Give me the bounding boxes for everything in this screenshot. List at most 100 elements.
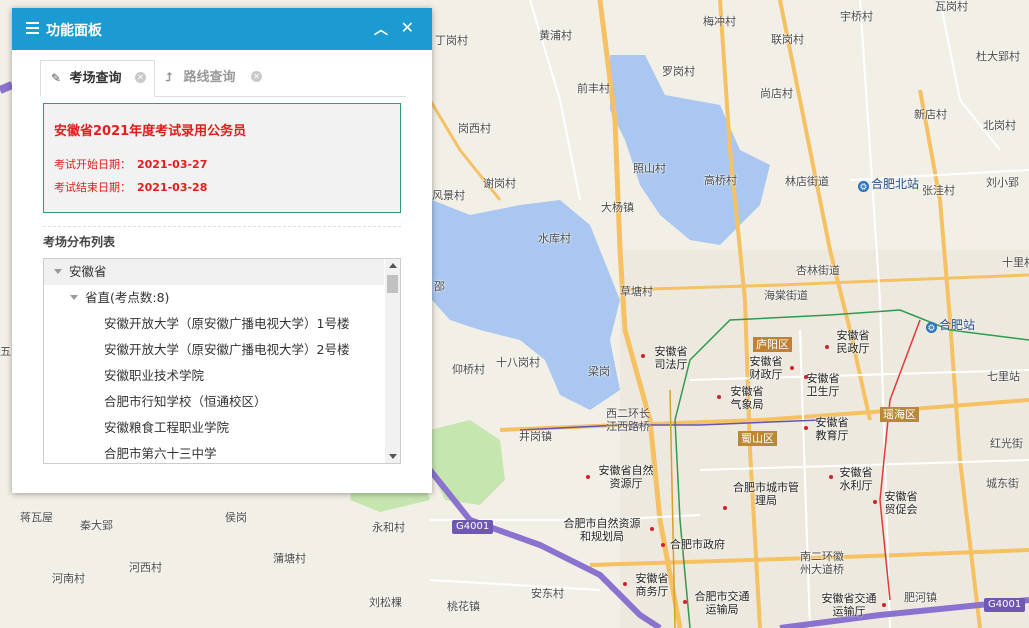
tab-close-icon[interactable]: ✕ (251, 71, 262, 82)
tab-close-icon[interactable]: ✕ (135, 72, 146, 83)
map-label: 刘小郢 (986, 176, 1019, 189)
poi-marker-icon[interactable] (804, 375, 808, 379)
route-arrow-icon: ⮥ (165, 70, 173, 84)
poi-marker-icon[interactable] (650, 527, 654, 531)
map-label: 侯岗 (225, 511, 247, 524)
poi-label[interactable]: 安徽省商务厅 (632, 572, 672, 598)
map-label: 七里站 (987, 370, 1020, 383)
map-label: 刘松棵 (369, 596, 402, 609)
scroll-thumb[interactable] (387, 275, 398, 293)
poi-marker-icon[interactable] (882, 603, 886, 607)
end-date-value: 2021-03-28 (137, 181, 208, 194)
poi-marker-icon[interactable] (623, 582, 627, 586)
tree-leaf[interactable]: 安徽开放大学（原安徽广播电视大学）1号楼 (44, 311, 384, 337)
tab-exam-query[interactable]: ✎ 考场查询 ✕ (40, 60, 155, 97)
caret-down-icon[interactable] (54, 269, 62, 274)
tree-leaf[interactable]: 合肥市行知学校（恒通校区） (44, 389, 384, 415)
poi-label[interactable]: 安徽省交通运输厅 (817, 592, 881, 618)
map-label: 安东村 (531, 587, 564, 600)
train-station-label[interactable]: ⛭ 合肥站 (926, 318, 975, 333)
map-label: 大杨镇 (601, 201, 634, 214)
tab-route-query[interactable]: ⮥ 路线查询 ✕ (155, 60, 270, 94)
map-label: 肥河镇 (904, 591, 937, 604)
start-date-value: 2021-03-27 (137, 158, 208, 171)
poi-label[interactable]: 安徽省司法厅 (651, 345, 691, 371)
map-label: 联岗村 (771, 33, 804, 46)
poi-marker-icon[interactable] (804, 426, 808, 430)
divider (43, 226, 401, 227)
function-panel: 功能面板 ︿ ✕ ✎ 考场查询 ✕ ⮥ 路线查询 ✕ 安徽省2021年度考试录用… (12, 8, 432, 493)
close-icon[interactable]: ✕ (401, 18, 414, 37)
poi-label[interactable]: 合肥市交通运输局 (690, 590, 754, 616)
train-station-icon: ⛭ (926, 322, 937, 333)
map-label: 城东街 (986, 477, 1019, 490)
poi-marker-icon[interactable] (683, 600, 687, 604)
tree-node-label: 安徽省 (69, 264, 107, 279)
poi-marker-icon[interactable] (825, 345, 829, 349)
map-label: 谢岗村 (483, 177, 516, 190)
collapse-chevron-up-icon[interactable]: ︿ (374, 19, 388, 39)
poi-marker-icon[interactable] (723, 506, 727, 510)
tab-label: 路线查询 (183, 70, 236, 85)
map-label: 梅冲村 (703, 15, 736, 28)
map-label: 宇桥村 (840, 10, 873, 23)
district-label: 瑶海区 (880, 407, 919, 422)
highway-shield: G4001 (452, 520, 494, 534)
list-title: 考场分布列表 (43, 235, 116, 249)
poi-label[interactable]: 安徽省财政厅 (746, 355, 786, 381)
train-station-label[interactable]: ⛭ 合肥北站 (858, 177, 919, 192)
district-label: 庐阳区 (753, 337, 792, 352)
poi-label[interactable]: 合肥市自然资源和规划局 (559, 517, 645, 543)
tab-label: 考场查询 (69, 71, 122, 86)
panel-title: 功能面板 (46, 23, 102, 39)
poi-marker-icon[interactable] (661, 543, 665, 547)
station-name: 合肥站 (939, 318, 976, 332)
exam-info-box: 安徽省2021年度考试录用公务员 考试开始日期： 2021-03-27 考试结束日… (43, 103, 401, 213)
poi-label[interactable]: 安徽省民政厅 (833, 329, 873, 355)
map-label: 仰桥村 (452, 363, 485, 376)
tree-node-group[interactable]: 省直(考点数:8) (44, 285, 384, 311)
poi-label[interactable]: 合肥市城市管理局 (728, 481, 804, 507)
map-label: 水库村 (538, 232, 571, 245)
map-label: 秦大郢 (80, 519, 113, 532)
pencil-icon: ✎ (51, 71, 62, 85)
map-label: 岗西村 (458, 122, 491, 135)
poi-marker-icon[interactable] (829, 475, 833, 479)
tree-node-label: 省直(考点数:8) (85, 290, 170, 305)
tree-scrollbar[interactable] (385, 259, 400, 463)
tree-leaf[interactable]: 安徽职业技术学院 (44, 363, 384, 389)
tree-node-province[interactable]: 安徽省 (44, 259, 384, 285)
train-station-icon: ⛭ (858, 181, 869, 192)
map-label: 海棠街道 (764, 289, 808, 302)
exam-site-tree[interactable]: 安徽省 省直(考点数:8) 安徽开放大学（原安徽广播电视大学）1号楼 安徽开放大… (43, 258, 401, 464)
poi-label[interactable]: 安徽省卫生厅 (803, 372, 843, 398)
poi-label[interactable]: 安徽省气象局 (727, 385, 767, 411)
poi-label[interactable]: 安徽省自然资源厅 (594, 464, 658, 490)
map-label: 风景村 (432, 189, 465, 202)
poi-marker-icon[interactable] (586, 475, 590, 479)
map-label: 河西村 (129, 561, 162, 574)
tree-leaf[interactable]: 安徽开放大学（原安徽广播电视大学）2号楼 (44, 337, 384, 363)
poi-label[interactable]: 安徽省教育厅 (812, 416, 852, 442)
poi-marker-icon[interactable] (873, 500, 877, 504)
map-label: 永和村 (372, 521, 405, 534)
map-label: 前丰村 (577, 82, 610, 95)
caret-down-icon[interactable] (70, 295, 78, 300)
scroll-down-icon[interactable] (389, 454, 397, 459)
poi-marker-icon[interactable] (717, 395, 721, 399)
map-label: 黄浦村 (539, 29, 572, 42)
tree-leaf[interactable]: 安徽粮食工程职业学院 (44, 415, 384, 441)
exam-title: 安徽省2021年度考试录用公务员 (54, 124, 247, 139)
poi-label[interactable]: 安徽省贸促会 (881, 490, 921, 516)
tree-leaf[interactable]: 合肥市第六十三中学 (44, 441, 384, 463)
poi-marker-icon[interactable] (641, 354, 645, 358)
poi-label[interactable]: 合肥市政府 (670, 538, 725, 551)
scroll-up-icon[interactable] (389, 263, 397, 268)
start-date-label: 考试开始日期： (54, 158, 131, 171)
map-label: 五 (0, 345, 11, 358)
poi-label[interactable]: 安徽省水利厅 (836, 466, 876, 492)
map-label: 杏林街道 (796, 264, 840, 277)
map-label: 桃花镇 (447, 600, 480, 613)
panel-header: 功能面板 ︿ ✕ (12, 8, 432, 50)
poi-marker-icon[interactable] (790, 366, 794, 370)
